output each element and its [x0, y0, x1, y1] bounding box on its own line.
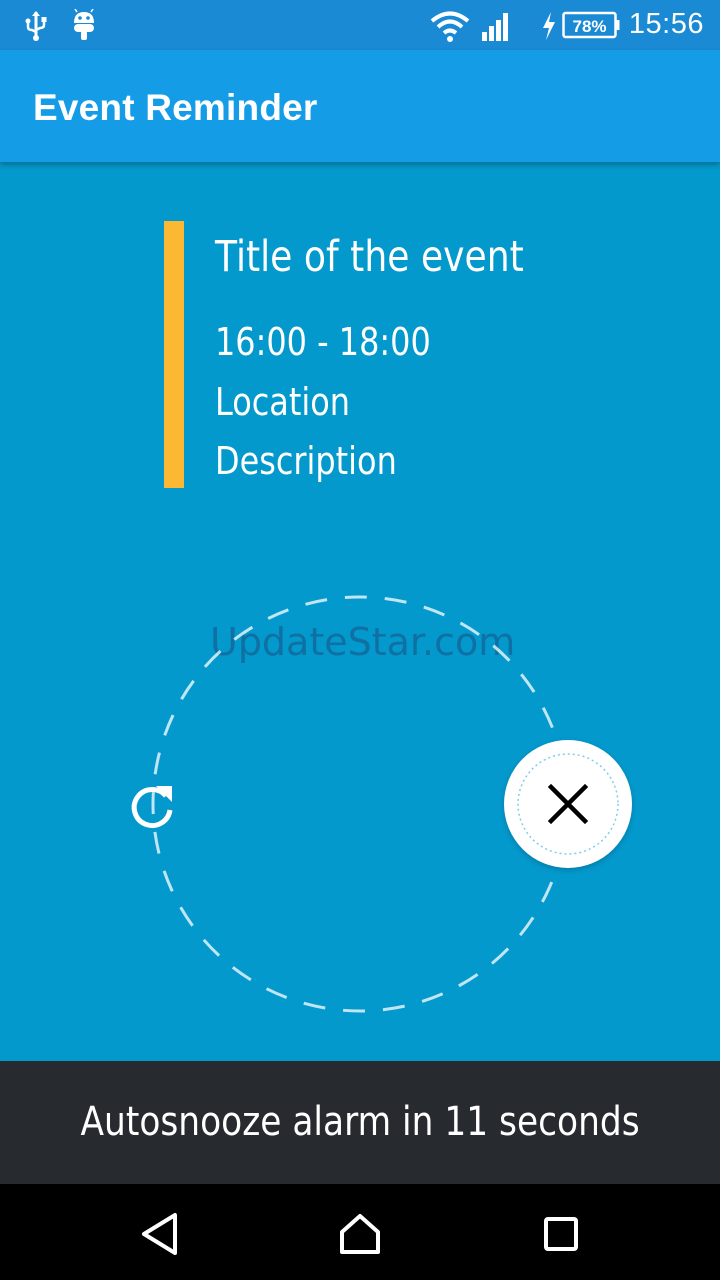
- home-icon: [340, 1214, 380, 1254]
- usb-icon: [24, 10, 48, 47]
- back-icon: [142, 1213, 177, 1255]
- autosnooze-bar: Autosnooze alarm in 11 seconds: [0, 1061, 720, 1184]
- cell-signal-icon: [480, 10, 514, 47]
- dismiss-button[interactable]: [504, 740, 632, 868]
- status-time: 15:56: [628, 8, 704, 40]
- autosnooze-message: Autosnooze alarm in 11 seconds: [80, 1099, 640, 1145]
- event-color-accent: [164, 221, 184, 488]
- close-icon: [547, 783, 589, 825]
- app-bar: Event Reminder: [0, 50, 720, 162]
- event-location: Location: [215, 380, 351, 424]
- event-time: 16:00 - 18:00: [215, 320, 431, 364]
- event-description: Description: [215, 439, 397, 483]
- back-button[interactable]: [130, 1202, 190, 1262]
- event-title: Title of the event: [215, 232, 524, 282]
- event-reminder-screen: 78% 15:56 Event Reminder Title of the ev…: [0, 0, 720, 1280]
- battery-icon: 78%: [562, 10, 620, 45]
- app-title: Event Reminder: [33, 87, 318, 128]
- recents-button[interactable]: [530, 1202, 590, 1262]
- snooze-refresh-icon: [131, 786, 173, 828]
- charging-icon: [540, 10, 558, 47]
- wifi-icon: [430, 10, 470, 47]
- recents-icon: [544, 1217, 578, 1251]
- battery-level-text: 78%: [572, 17, 606, 36]
- snooze-button[interactable]: [120, 774, 184, 838]
- navigation-bar: [0, 1184, 720, 1280]
- home-button[interactable]: [330, 1202, 390, 1262]
- android-debug-icon: [72, 8, 96, 46]
- status-bar: 78% 15:56: [0, 0, 720, 50]
